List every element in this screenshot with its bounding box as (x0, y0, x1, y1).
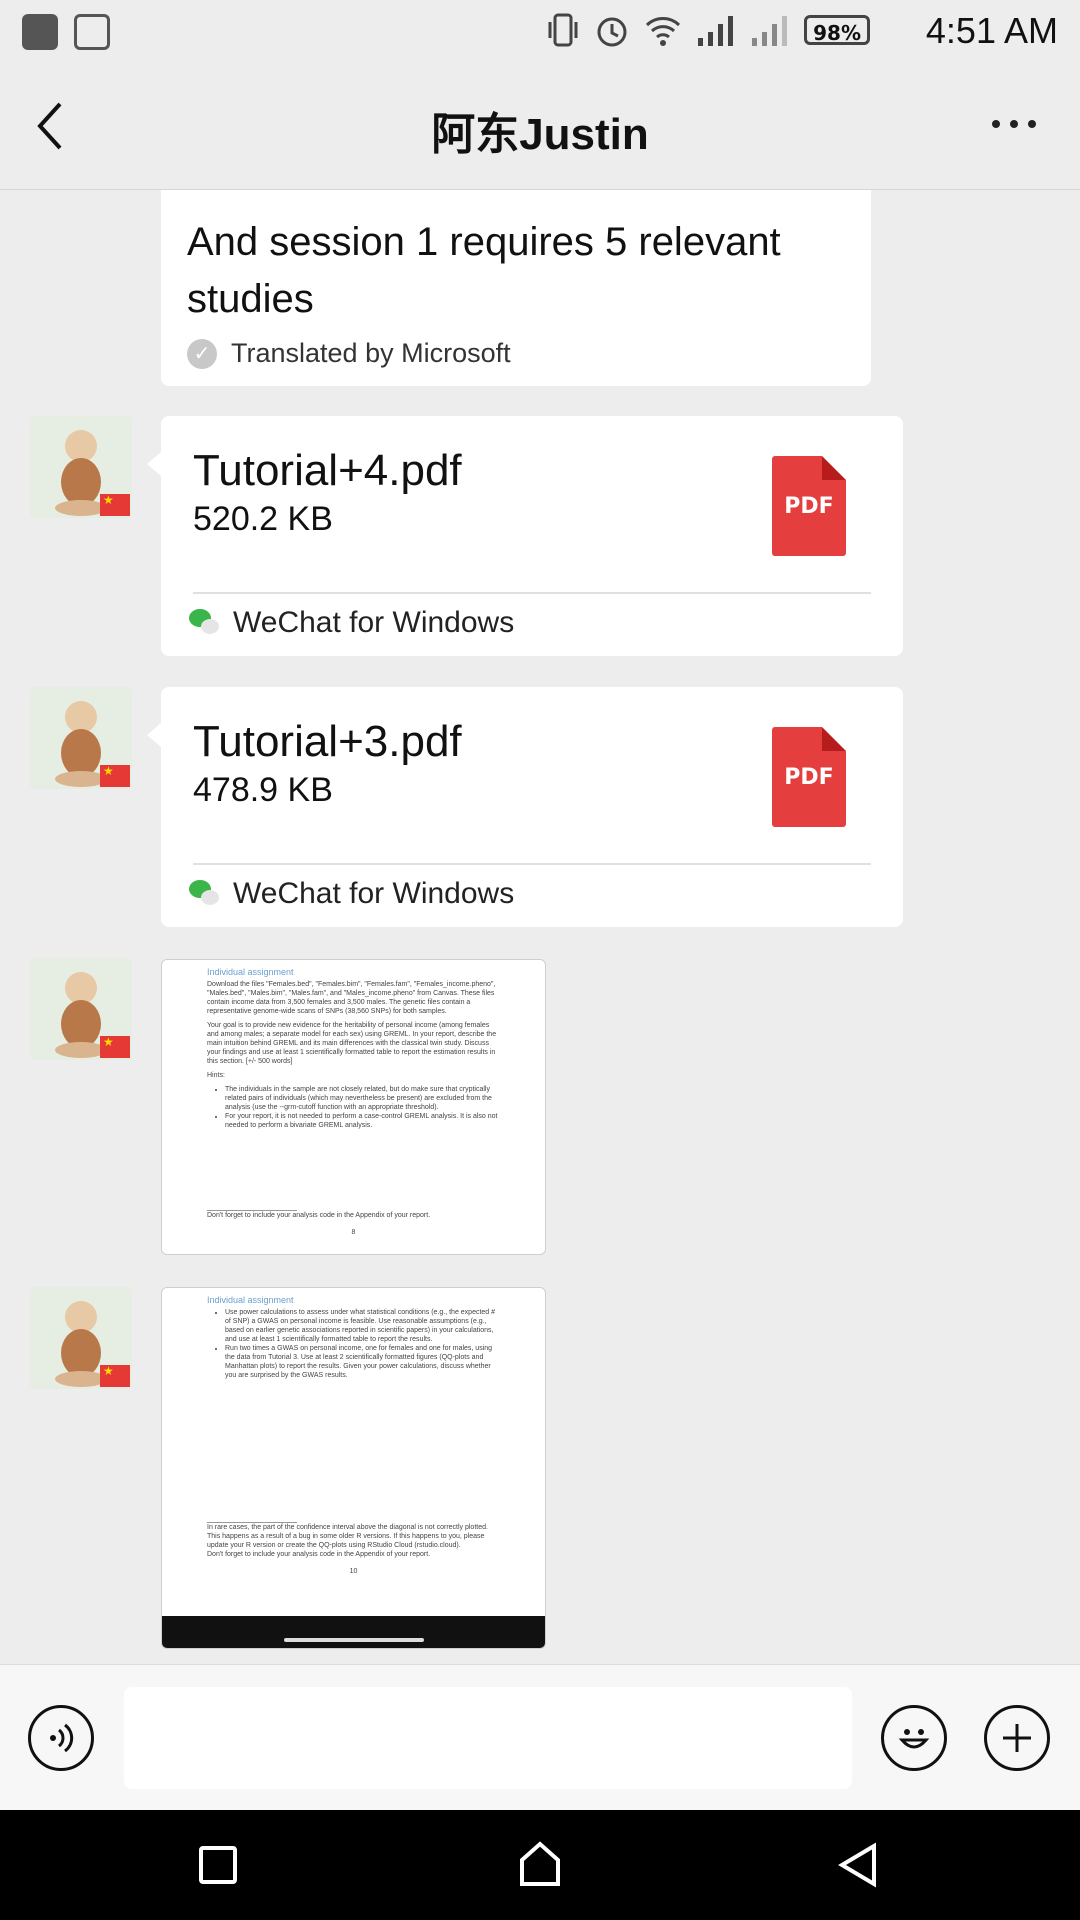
home-button[interactable] (518, 1840, 562, 1888)
file-message-card[interactable]: Tutorial+3.pdf 478.9 KB PDF WeChat for W… (147, 687, 903, 927)
more-dot (1028, 120, 1036, 128)
system-nav-bar (0, 1810, 1080, 1920)
avatar[interactable] (30, 1287, 132, 1389)
doc-bullet: For your report, it is not needed to per… (225, 1112, 500, 1130)
image-message[interactable]: Individual assignment Use power calculat… (161, 1287, 546, 1649)
avatar[interactable] (30, 687, 132, 789)
file-name: Tutorial+4.pdf (193, 446, 462, 495)
chat-area[interactable]: And session 1 requires 5 relevant studie… (0, 190, 1080, 1664)
recent-apps-button[interactable] (199, 1846, 237, 1884)
avatar[interactable] (30, 416, 132, 518)
chat-title: 阿东Justin (431, 110, 649, 159)
alarm-icon (597, 17, 627, 47)
emoji-icon (898, 1729, 930, 1749)
gallery-icon (74, 14, 110, 50)
china-flag-icon (100, 1035, 130, 1058)
battery-indicator: 98% (804, 15, 870, 45)
text-message-bubble[interactable]: And session 1 requires 5 relevant studie… (161, 190, 871, 386)
pdf-file-icon: PDF (772, 456, 846, 556)
voice-button[interactable] (28, 1705, 94, 1771)
file-source-label: WeChat for Windows (233, 877, 515, 910)
file-name: Tutorial+3.pdf (193, 717, 462, 766)
doc-bullet: Use power calculations to assess under w… (225, 1308, 500, 1344)
document-screenshot: Individual assignment Download the files… (162, 960, 545, 1245)
doc-footnote: Don't forget to include your analysis co… (207, 1212, 431, 1219)
voice-icon (50, 1723, 74, 1753)
translation-label: Translated by Microsoft (231, 338, 511, 368)
pdf-label: PDF (784, 764, 834, 790)
status-time: 4:51 AM (925, 10, 1058, 51)
emoji-button[interactable] (881, 1705, 947, 1771)
home-indicator (284, 1638, 424, 1642)
doc-hints: Hints: (207, 1072, 225, 1079)
divider (193, 592, 871, 594)
pdf-file-icon: PDF (772, 727, 846, 827)
doc-paragraph: Your goal is to provide new evidence for… (207, 1022, 497, 1065)
file-source: WeChat for Windows (189, 606, 514, 640)
chat-header: 阿东Justin (0, 66, 1080, 190)
wifi-icon (646, 17, 681, 46)
vibrate-icon (548, 13, 578, 47)
plus-icon (1003, 1724, 1031, 1752)
wechat-icon (189, 880, 221, 908)
nav-back-button[interactable] (836, 1842, 878, 1888)
check-icon: ✓ (187, 338, 217, 369)
doc-heading: Individual assignment (207, 967, 294, 977)
file-size: 478.9 KB (193, 771, 333, 809)
doc-heading: Individual assignment (207, 1295, 294, 1305)
doc-footnote: Don't forget to include your analysis co… (207, 1551, 431, 1558)
page-number: 10 (349, 1568, 358, 1575)
message-text: And session 1 requires 5 relevant studie… (187, 220, 781, 321)
status-bar: 98% 4:51 AM (0, 0, 1080, 66)
image-bottom-bar (162, 1616, 545, 1648)
more-options-button[interactable] (992, 120, 1036, 128)
file-message-card[interactable]: Tutorial+4.pdf 520.2 KB PDF WeChat for W… (147, 416, 903, 656)
page-number: 8 (351, 1229, 356, 1236)
message-input[interactable] (124, 1687, 852, 1789)
signal-icon (698, 16, 734, 46)
file-source-label: WeChat for Windows (233, 606, 515, 639)
image-message[interactable]: Individual assignment Download the files… (161, 959, 546, 1255)
doc-paragraph: Download the files "Females.bed", "Femal… (207, 981, 496, 1015)
translation-note: ✓ Translated by Microsoft (187, 338, 845, 369)
doc-bullet: The individuals in the sample are not cl… (225, 1085, 500, 1112)
doc-bullet: Run two times a GWAS on personal income,… (225, 1344, 500, 1380)
input-bar (0, 1664, 1080, 1811)
more-dot (992, 120, 1000, 128)
china-flag-icon (100, 1364, 130, 1387)
divider (193, 863, 871, 865)
china-flag-icon (100, 493, 130, 516)
china-flag-icon (100, 764, 130, 787)
file-size: 520.2 KB (193, 500, 333, 538)
doc-footnote: In rare cases, the part of the confidenc… (207, 1524, 488, 1549)
notification-app-icon (22, 14, 58, 50)
pdf-label: PDF (784, 493, 834, 519)
plus-button[interactable] (984, 1705, 1050, 1771)
signal-icon-2 (752, 16, 788, 46)
wechat-icon (189, 609, 221, 637)
document-screenshot: Individual assignment Use power calculat… (162, 1288, 545, 1602)
file-source: WeChat for Windows (189, 877, 514, 911)
avatar[interactable] (30, 958, 132, 1060)
more-dot (1010, 120, 1018, 128)
